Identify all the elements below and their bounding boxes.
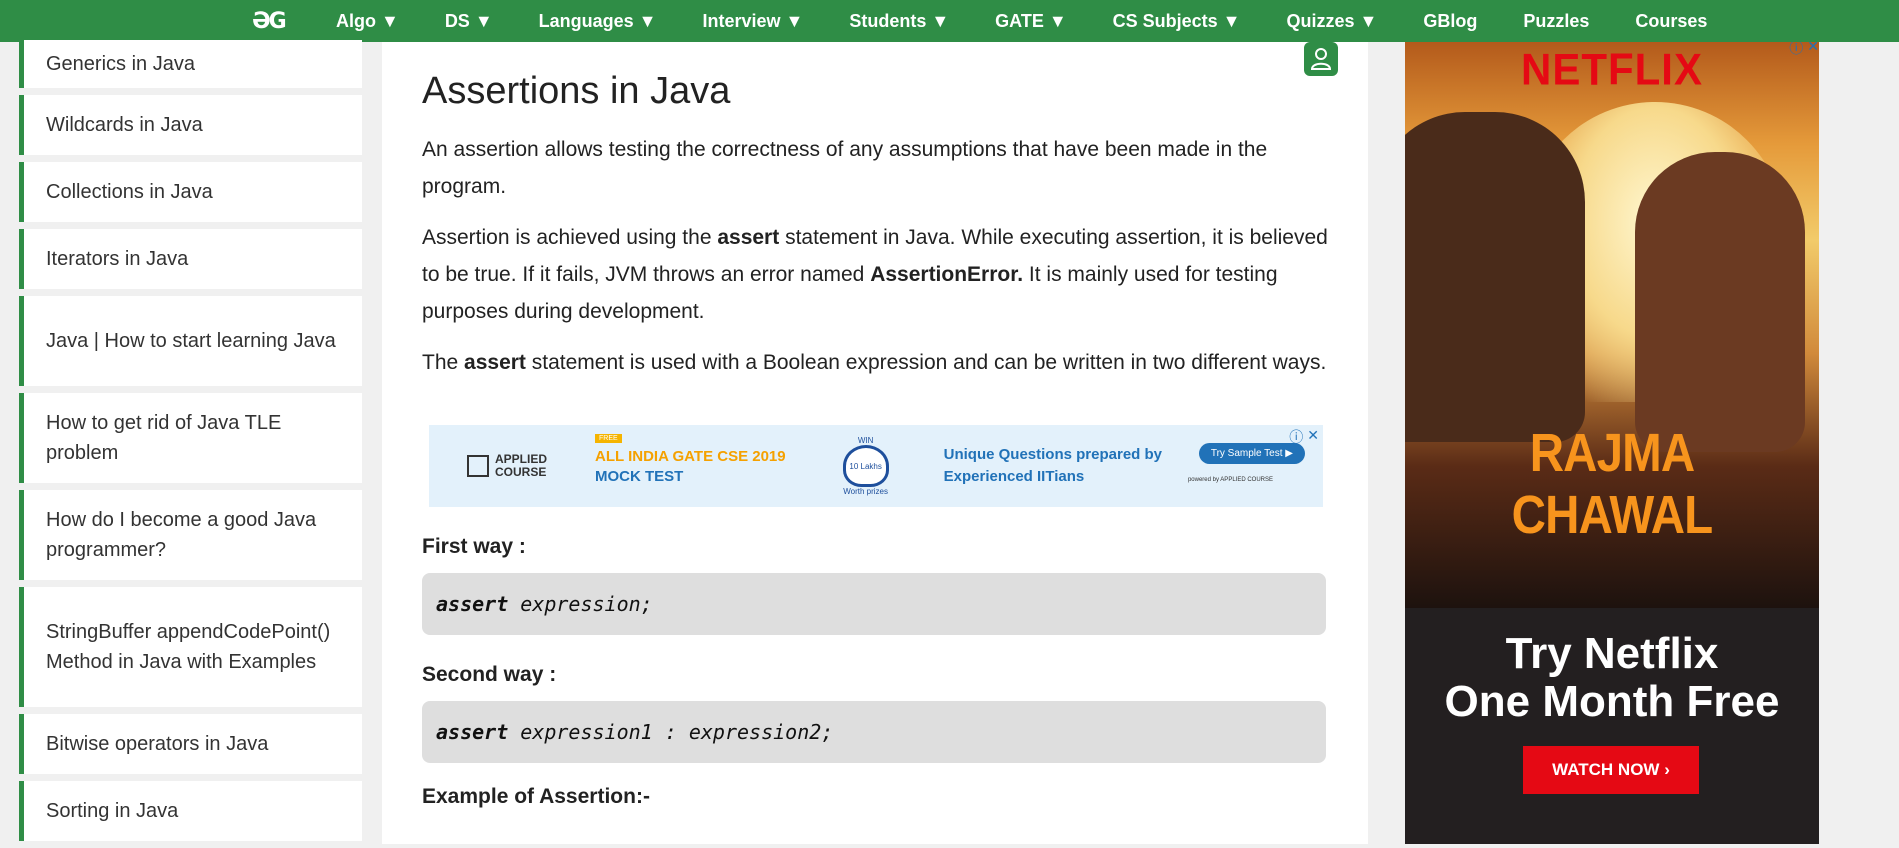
- nav-item-ds[interactable]: DS ▼: [445, 11, 493, 32]
- sidebar-item-label: Sorting in Java: [46, 800, 179, 822]
- ad-close-icon[interactable]: ✕: [1807, 42, 1819, 58]
- sidebar-item-label: How do I become a good Java programmer?: [46, 509, 317, 561]
- nav-item-gblog[interactable]: GBlog: [1423, 11, 1477, 32]
- nav-item-cs-subjects[interactable]: CS Subjects ▼: [1113, 11, 1241, 32]
- ad-controls: ⓘ ✕: [1789, 42, 1819, 58]
- actor-figure: [1405, 112, 1585, 442]
- ad-powered-by: powered by APPLIED COURSE: [1187, 477, 1273, 483]
- sidebar-item-label: Bitwise operators in Java: [46, 733, 269, 755]
- sidebar-item[interactable]: How to get rid of Java TLE problem: [19, 393, 362, 483]
- actress-figure: [1635, 152, 1805, 452]
- nav-item-gate[interactable]: GATE ▼: [995, 11, 1066, 32]
- nav-item-interview[interactable]: Interview ▼: [702, 11, 803, 32]
- sidebar-item[interactable]: Java | How to start learning Java: [19, 296, 362, 386]
- sidebar-item-label: Iterators in Java: [46, 248, 189, 270]
- sidebar-item[interactable]: Wildcards in Java: [19, 95, 362, 155]
- nav-item-languages[interactable]: Languages ▼: [539, 11, 657, 32]
- assert-paragraph: Assertion is achieved using the assert s…: [422, 226, 1328, 323]
- ad-info-icon[interactable]: ⓘ: [1289, 427, 1303, 447]
- code-block-second: assert expression1 : expression2;: [422, 701, 1326, 763]
- netflix-logo: NETFLIX: [1521, 44, 1703, 95]
- user-icon[interactable]: [1304, 42, 1338, 76]
- top-nav-bar: ƏG Algo ▼ DS ▼ Languages ▼ Interview ▼ S…: [0, 0, 1899, 42]
- sidebar-item-label: Java | How to start learning Java: [46, 330, 336, 352]
- nav-item-quizzes[interactable]: Quizzes ▼: [1287, 11, 1378, 32]
- sidebar-item[interactable]: StringBuffer appendCodePoint() Method in…: [19, 587, 362, 707]
- second-way-label: Second way :: [422, 663, 557, 686]
- sidebar-item-label: Collections in Java: [46, 181, 213, 203]
- sidebar-item[interactable]: Sorting in Java: [19, 781, 362, 841]
- watch-now-button[interactable]: WATCH NOW ›: [1523, 746, 1699, 794]
- page-title: Assertions in Java: [422, 70, 731, 112]
- sidebar-item[interactable]: Collections in Java: [19, 162, 362, 222]
- netflix-ad[interactable]: NETFLIX ⓘ ✕ RAJMA CHAWAL Try Netflix One…: [1405, 42, 1819, 844]
- ad-unique-text: Unique Questions prepared by Experienced…: [943, 446, 1162, 485]
- applied-course-logo: APPLIED COURSE: [467, 453, 547, 479]
- nav-item-courses[interactable]: Courses: [1635, 11, 1707, 32]
- ad-controls: ⓘ ✕: [1289, 427, 1319, 447]
- sidebar: Generics in Java Wildcards in Java Colle…: [19, 40, 362, 848]
- sidebar-item-label: Generics in Java: [46, 53, 195, 75]
- gate-mock-test-ad[interactable]: APPLIED COURSE FREE ALL INDIA GATE CSE 2…: [429, 425, 1323, 507]
- sidebar-item-label: StringBuffer appendCodePoint() Method in…: [46, 621, 331, 673]
- article: Assertions in Java An assertion allows t…: [382, 42, 1368, 844]
- sidebar-item[interactable]: How do I become a good Java programmer?: [19, 490, 362, 580]
- first-way-label: First way :: [422, 535, 526, 558]
- movie-title: RAJMA CHAWAL: [1511, 423, 1714, 545]
- sidebar-item[interactable]: Iterators in Java: [19, 229, 362, 289]
- gfg-logo[interactable]: ƏG: [252, 9, 292, 34]
- ad-info-icon[interactable]: ⓘ: [1789, 42, 1803, 58]
- sidebar-item-label: Wildcards in Java: [46, 114, 203, 136]
- trophy-badge-icon: WIN 10 Lakhs Worth prizes: [842, 436, 889, 496]
- intro-paragraph: An assertion allows testing the correctn…: [422, 138, 1268, 198]
- ad-close-icon[interactable]: ✕: [1307, 427, 1319, 447]
- nav-item-students[interactable]: Students ▼: [849, 11, 949, 32]
- code-block-first: assert expression;: [422, 573, 1326, 635]
- sidebar-item[interactable]: Generics in Java: [19, 40, 362, 88]
- nav-item-puzzles[interactable]: Puzzles: [1523, 11, 1589, 32]
- ad-gate-text: FREE ALL INDIA GATE CSE 2019 MOCK TEST: [595, 433, 786, 485]
- try-netflix-text: Try Netflix One Month Free: [1444, 629, 1780, 726]
- sidebar-item-label: How to get rid of Java TLE problem: [46, 412, 282, 464]
- nav-item-algo[interactable]: Algo ▼: [336, 11, 399, 32]
- usage-paragraph: The assert statement is used with a Bool…: [422, 351, 1327, 374]
- sidebar-item[interactable]: Bitwise operators in Java: [19, 714, 362, 774]
- example-label: Example of Assertion:-: [422, 785, 650, 808]
